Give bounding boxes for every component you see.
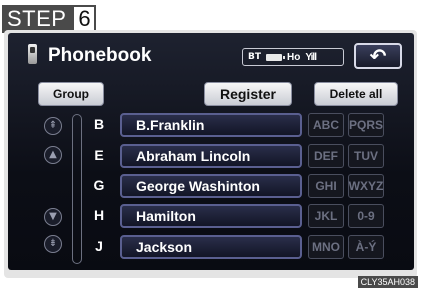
scroll-up-icon[interactable]: ▲ (44, 146, 62, 164)
index-key[interactable]: GHI (308, 174, 344, 198)
status-indicators: BT Ho Yill (242, 48, 344, 66)
row-index-letter: J (95, 238, 103, 254)
register-button[interactable]: Register (204, 82, 292, 106)
image-code-label: CLY35AH038 (357, 276, 418, 288)
index-key[interactable]: 0-9 (348, 204, 384, 228)
step-number: 6 (72, 5, 97, 33)
page-down-icon[interactable]: ⇟ (44, 235, 62, 253)
scroll-down-icon[interactable]: ▼ (44, 208, 62, 226)
row-index-letter: H (93, 207, 105, 223)
step-word: STEP (2, 5, 73, 33)
index-key[interactable]: PQRS (348, 113, 384, 137)
contact-item[interactable]: Hamilton (120, 204, 302, 228)
bluetooth-icon: BT (248, 52, 261, 62)
contact-item[interactable]: George Washinton (120, 174, 302, 198)
phone-icon (28, 44, 37, 64)
back-button[interactable]: ↶ (354, 43, 402, 69)
index-key[interactable]: JKL (308, 204, 344, 228)
contact-item[interactable]: B.Franklin (120, 113, 302, 137)
step-tag: STEP 6 (2, 5, 97, 33)
row-index-letter: B (93, 116, 105, 132)
index-key[interactable]: MNO (308, 235, 344, 259)
home-network-label: Ho (287, 51, 301, 63)
contact-item[interactable]: Abraham Lincoln (120, 144, 302, 168)
scrollbar-track[interactable] (72, 114, 82, 264)
delete-all-button[interactable]: Delete all (314, 82, 398, 106)
index-key[interactable]: DEF (308, 144, 344, 168)
signal-strength-icon: Yill (305, 51, 317, 63)
index-key[interactable]: À-Ý (348, 235, 384, 259)
row-index-letter: E (94, 147, 104, 163)
battery-icon (266, 53, 285, 61)
index-key[interactable]: TUV (348, 144, 384, 168)
index-key[interactable]: WXYZ (348, 174, 384, 198)
contact-item[interactable]: Jackson (120, 235, 302, 259)
row-index-letter: G (93, 177, 105, 193)
phonebook-screen: Phonebook BT Ho Yill ↶ Group Register De… (8, 33, 414, 270)
page-title: Phonebook (48, 45, 152, 66)
page-up-icon[interactable]: ⇞ (44, 117, 62, 135)
group-button[interactable]: Group (38, 82, 104, 106)
back-arrow-icon: ↶ (369, 44, 387, 68)
index-key[interactable]: ABC (308, 113, 344, 137)
